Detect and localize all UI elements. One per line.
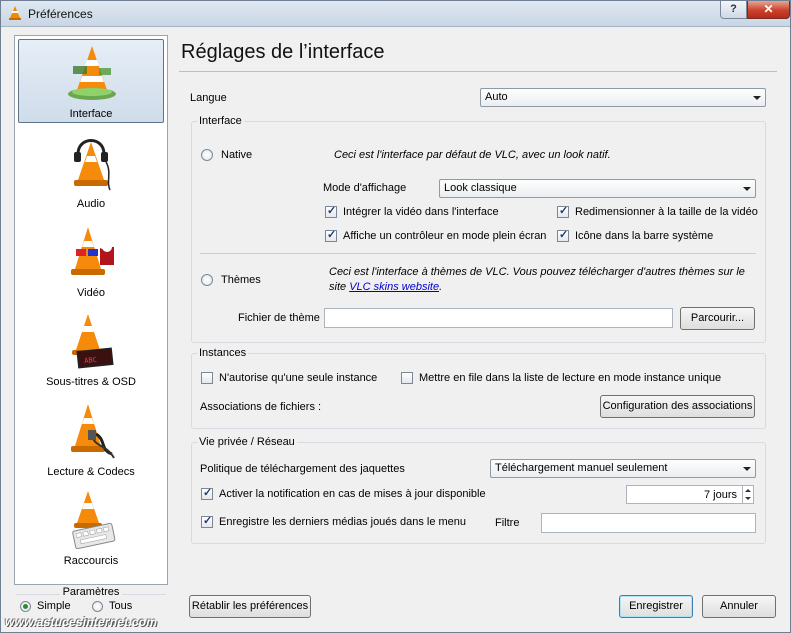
sidebar-item-playback-codecs[interactable]: Lecture & Codecs: [18, 396, 164, 480]
display-mode-value: Look classique: [444, 182, 517, 194]
checkbox-icon: [557, 228, 569, 242]
checkbox-label: Intégrer la vidéo dans l'interface: [343, 206, 499, 218]
simple-radio[interactable]: Simple: [20, 600, 71, 612]
language-value: Auto: [485, 91, 508, 103]
window-title: Préférences: [28, 7, 93, 21]
resize-to-video-checkbox[interactable]: Redimensionner à la taille de la vidéo: [557, 204, 758, 218]
page-title: Réglages de l’interface: [181, 41, 385, 63]
sidebar-item-label: Sous-titres & OSD: [46, 376, 136, 388]
svg-text:ABC: ABC: [84, 356, 97, 365]
native-radio[interactable]: Native: [201, 149, 252, 161]
sidebar-item-interface[interactable]: Interface: [18, 39, 164, 123]
vlc-cone-icon: [9, 6, 21, 20]
checkbox-icon: [557, 204, 569, 218]
language-label: Langue: [190, 92, 227, 104]
update-days-value: 7 jours: [703, 489, 737, 501]
systray-icon-checkbox[interactable]: Icône dans la barre système: [557, 228, 714, 242]
sidebar-item-label: Audio: [76, 198, 106, 210]
display-mode-select[interactable]: Look classique: [439, 179, 756, 198]
radio-icon: [92, 600, 103, 612]
language-select[interactable]: Auto: [480, 88, 766, 107]
checkbox-icon: [201, 514, 213, 528]
native-description: Ceci est l'interface par défaut de VLC, …: [334, 149, 611, 161]
checkbox-label: Icône dans la barre système: [575, 230, 714, 242]
checkbox-label: Affiche un contrôleur en mode plein écra…: [343, 230, 547, 242]
vlc-cone-headphones-icon: [74, 139, 111, 191]
vlc-cone-subtitle-icon: ABC: [72, 314, 114, 369]
vlc-cone-interface-icon: [68, 46, 116, 100]
filter-input[interactable]: [541, 513, 756, 533]
chevron-down-icon: [753, 96, 761, 100]
simple-label: Simple: [37, 600, 71, 612]
checkbox-icon: [325, 204, 337, 218]
help-button[interactable]: ?: [720, 1, 747, 19]
sidebar-item-shortcuts[interactable]: Raccourcis: [18, 485, 164, 569]
themes-label: Thèmes: [221, 274, 261, 286]
themes-description-line2: site VLC skins website.: [329, 281, 443, 293]
watermark: www.astucesinternet.com: [5, 615, 158, 629]
checkbox-icon: [401, 372, 413, 384]
themes-description: Ceci est l'interface à thèmes de VLC. Vo…: [329, 266, 745, 278]
single-instance-checkbox[interactable]: N'autorise qu'une seule instance: [201, 372, 377, 384]
sidebar-item-video[interactable]: Vidéo: [18, 217, 164, 301]
update-notification-checkbox[interactable]: Activer la notification en cas de mises …: [201, 486, 486, 500]
all-radio[interactable]: Tous: [92, 600, 132, 612]
save-button[interactable]: Enregistrer: [619, 595, 693, 618]
enqueue-single-instance-checkbox[interactable]: Mettre en file dans la liste de lecture …: [401, 372, 721, 384]
checkbox-label: Redimensionner à la taille de la vidéo: [575, 206, 758, 218]
checkbox-icon: [201, 372, 213, 384]
theme-file-input[interactable]: [324, 308, 673, 328]
chevron-down-icon: [743, 187, 751, 191]
sidebar-item-label: Interface: [69, 108, 113, 120]
album-art-policy-label: Politique de téléchargement des jaquette…: [200, 463, 405, 475]
interface-group-title: Interface: [197, 115, 244, 127]
vlc-cone-cable-icon: [71, 404, 115, 459]
configure-associations-button[interactable]: Configuration des associations: [600, 395, 755, 418]
radio-icon: [20, 600, 31, 612]
checkbox-label: Enregistre les derniers médias joués dan…: [219, 516, 467, 528]
browse-button[interactable]: Parcourir...: [680, 307, 755, 330]
category-sidebar: Interface Audio Vidéo ABC Sous-titres & …: [14, 35, 168, 585]
recent-media-checkbox[interactable]: Enregistre les derniers médias joués dan…: [201, 514, 467, 528]
checkbox-icon: [201, 486, 213, 500]
album-art-policy-select[interactable]: Téléchargement manuel seulement: [490, 459, 756, 478]
close-button[interactable]: ✕: [747, 1, 790, 19]
sidebar-item-label: Vidéo: [77, 287, 105, 299]
cancel-button[interactable]: Annuler: [702, 595, 776, 618]
filter-label: Filtre: [495, 517, 520, 529]
checkbox-label: Activer la notification en cas de mises …: [219, 488, 486, 500]
title-divider: [179, 71, 777, 72]
checkbox-label: N'autorise qu'une seule instance: [219, 372, 378, 384]
embed-video-checkbox[interactable]: Intégrer la vidéo dans l'interface: [325, 204, 499, 218]
vlc-cone-keyboard-icon: [72, 491, 116, 549]
checkbox-label: Mettre en file dans la liste de lecture …: [419, 372, 722, 384]
radio-icon: [201, 274, 213, 286]
themes-radio[interactable]: Thèmes: [201, 274, 261, 286]
checkbox-icon: [325, 228, 337, 242]
vlc-cone-glasses-icon: [71, 227, 114, 275]
sidebar-item-label: Lecture & Codecs: [47, 466, 135, 478]
chevron-down-icon: [743, 467, 751, 471]
privacy-network-group-title: Vie privée / Réseau: [197, 436, 297, 448]
display-mode-label: Mode d'affichage: [323, 182, 407, 194]
all-label: Tous: [109, 600, 133, 612]
update-days-spinbox[interactable]: 7 jours: [626, 485, 754, 504]
radio-icon: [201, 149, 213, 161]
fullscreen-controller-checkbox[interactable]: Affiche un contrôleur en mode plein écra…: [325, 228, 547, 242]
native-label: Native: [221, 149, 253, 161]
sidebar-item-subtitles-osd[interactable]: ABC Sous-titres & OSD: [18, 306, 164, 390]
preferences-window: Préférences ? ✕ Interface Audio Vidéo AB…: [0, 0, 791, 633]
vlc-skins-link[interactable]: VLC skins website: [349, 281, 439, 293]
title-bar: Préférences ? ✕: [1, 1, 790, 27]
reset-preferences-button[interactable]: Rétablir les préférences: [189, 595, 311, 618]
settings-mode-title: Paramètres: [14, 586, 168, 598]
instances-group-title: Instances: [197, 347, 249, 359]
divider: [200, 253, 756, 254]
sidebar-item-label: Raccourcis: [63, 555, 119, 567]
spin-arrows-icon[interactable]: [742, 486, 753, 504]
album-art-policy-value: Téléchargement manuel seulement: [495, 462, 668, 474]
theme-file-label: Fichier de thème: [238, 312, 320, 324]
file-associations-label: Associations de fichiers :: [200, 401, 322, 413]
sidebar-item-audio[interactable]: Audio: [18, 128, 164, 212]
